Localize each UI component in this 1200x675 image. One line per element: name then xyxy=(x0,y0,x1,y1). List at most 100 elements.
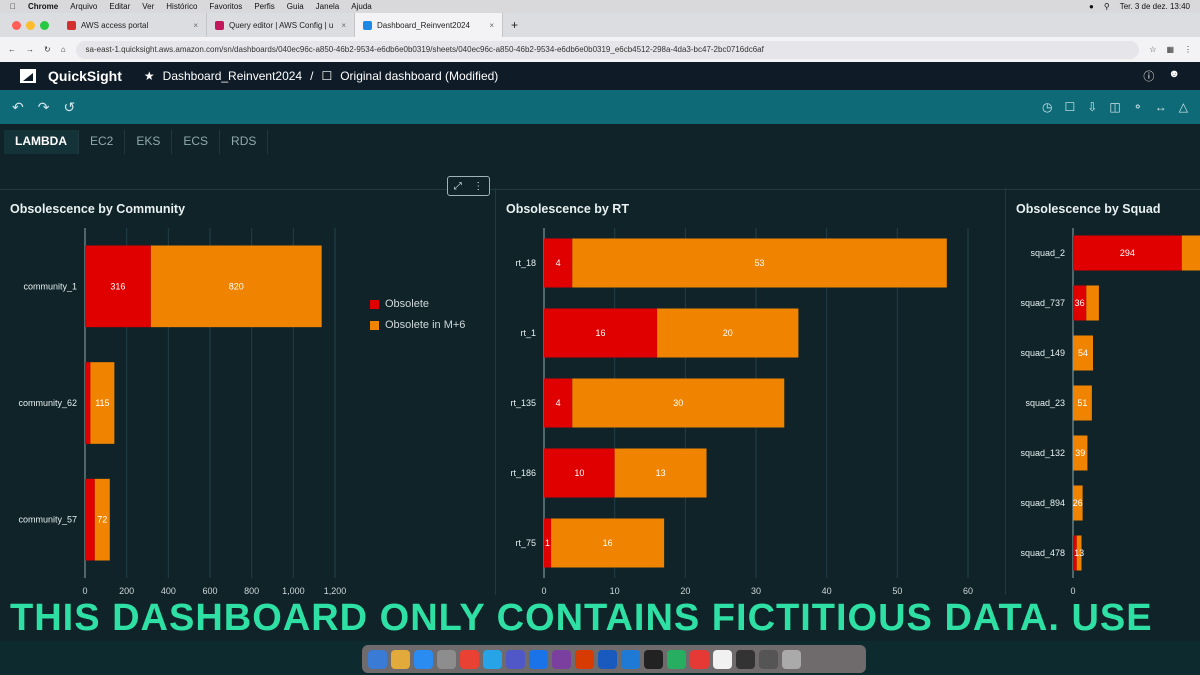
quicksight-logo-icon[interactable] xyxy=(20,69,36,83)
app-name[interactable]: Chrome xyxy=(28,2,58,11)
config-favicon-icon xyxy=(215,20,224,30)
terminal-icon[interactable] xyxy=(644,649,663,669)
help-icon[interactable]: ⓘ xyxy=(1143,68,1154,84)
window-controls xyxy=(0,20,59,30)
settings-icon[interactable] xyxy=(437,649,456,669)
tab-eks[interactable]: EKS xyxy=(125,130,173,154)
chrome-icon[interactable] xyxy=(460,649,479,669)
apple-icon[interactable]:  xyxy=(10,2,16,11)
tab-label: AWS access portal xyxy=(81,20,149,30)
dashboard-version[interactable]: Original dashboard (Modified) xyxy=(340,69,498,83)
tab-label: Query editor | AWS Config | u xyxy=(229,20,334,30)
schedule-icon[interactable]: ◷ xyxy=(1042,100,1052,114)
maximize-window-button[interactable] xyxy=(40,20,49,30)
browser-tab-bar: AWS access portal × Query editor | AWS Co… xyxy=(0,13,1200,37)
menu-favoritos[interactable]: Favoritos xyxy=(209,2,242,11)
menu-ver[interactable]: Ver xyxy=(142,2,154,11)
alerts-icon[interactable]: △ xyxy=(1179,100,1188,114)
data-label: 316 xyxy=(110,281,125,291)
back-icon[interactable]: ← xyxy=(8,45,16,54)
extensions-icon[interactable]: ▦ xyxy=(1166,45,1174,54)
powerpoint-icon[interactable] xyxy=(575,649,594,669)
address-bar-row: ← → ↻ ⌂ sa-east-1.quicksight.aws.amazon.… xyxy=(0,37,1200,62)
tab-rds[interactable]: RDS xyxy=(220,130,269,154)
visual-obsolescence-by-rt[interactable]: 0 10 20 30 40 50 60 rt_18 4 53 rt_1 16 20 rt_135 4 30 rt… xyxy=(496,188,1006,595)
export-icon[interactable]: ⇩ xyxy=(1087,100,1097,114)
visual-menu: ⤢ ⋮ xyxy=(447,176,490,196)
more-menu-icon[interactable]: ⋮ xyxy=(1184,45,1192,54)
undo-icon[interactable]: ↶ xyxy=(12,99,24,116)
brand-name[interactable]: QuickSight xyxy=(48,68,122,84)
expand-icon[interactable]: ⤢ xyxy=(454,181,462,192)
vscode-icon[interactable] xyxy=(621,649,640,669)
trash-icon[interactable] xyxy=(782,649,801,669)
tab-lambda[interactable]: LAMBDA xyxy=(4,130,79,154)
data-label: 16 xyxy=(596,328,606,338)
fit-width-icon[interactable]: ↔ xyxy=(1155,100,1167,114)
menu-perfis[interactable]: Perfis xyxy=(254,2,274,11)
forward-icon[interactable]: → xyxy=(26,45,34,54)
close-tab-icon[interactable]: × xyxy=(341,21,346,30)
x-tick-label: 10 xyxy=(610,586,620,595)
fictitious-data-banner: THIS DASHBOARD ONLY CONTAINS FICTITIOUS … xyxy=(0,596,1200,641)
data-icon[interactable]: ◫ xyxy=(1109,100,1120,114)
close-tab-icon[interactable]: × xyxy=(193,21,198,30)
dashboard-toolbar: ↶ ↷ ↺ ◷ ☐ ⇩ ◫ ⚬ ↔ △ xyxy=(0,90,1200,124)
more-options-icon[interactable]: ⋮ xyxy=(473,181,483,192)
close-tab-icon[interactable]: × xyxy=(489,21,494,30)
launchpad-icon[interactable] xyxy=(391,649,410,669)
category-label: squad_149 xyxy=(1020,348,1065,358)
bookmark-icon[interactable]: ☐ xyxy=(321,69,332,83)
legend-item-obsolete[interactable]: Obsolete xyxy=(370,298,465,310)
onenote-icon[interactable] xyxy=(552,649,571,669)
tab-ec2[interactable]: EC2 xyxy=(79,130,126,154)
outlook-icon[interactable] xyxy=(529,649,548,669)
browser-tab-aws-portal[interactable]: AWS access portal × xyxy=(59,13,207,37)
app-icon[interactable] xyxy=(736,649,755,669)
safari-icon[interactable] xyxy=(414,649,433,669)
new-tab-button[interactable]: + xyxy=(503,18,526,32)
redo-icon[interactable]: ↷ xyxy=(38,99,50,116)
clock[interactable]: Ter. 3 de dez. 13:40 xyxy=(1120,2,1190,11)
x-tick-label: 60 xyxy=(963,586,973,595)
category-label: squad_737 xyxy=(1020,298,1065,308)
edge-icon[interactable] xyxy=(483,649,502,669)
browser-tab-query-editor[interactable]: Query editor | AWS Config | u × xyxy=(207,13,355,37)
app-icon[interactable] xyxy=(667,649,686,669)
mac-menu-bar:  Chrome Arquivo Editar Ver Histórico Fa… xyxy=(0,0,1200,13)
minimize-window-button[interactable] xyxy=(26,20,35,30)
reload-icon[interactable]: ↻ xyxy=(44,45,51,54)
data-label: 13 xyxy=(1074,548,1084,558)
app-icon[interactable] xyxy=(759,649,778,669)
menu-editar[interactable]: Editar xyxy=(109,2,130,11)
bar-segment xyxy=(1181,235,1200,271)
finder-icon[interactable] xyxy=(368,649,387,669)
teams-icon[interactable] xyxy=(506,649,525,669)
bookmarks-icon[interactable]: ☐ xyxy=(1065,100,1076,114)
category-label: rt_18 xyxy=(515,258,536,268)
menu-janela[interactable]: Janela xyxy=(316,2,340,11)
visual-obsolescence-by-community[interactable]: 0 200 400 600 800 1,000 1,200 community_1 316 820… xyxy=(0,188,496,595)
menu-historico[interactable]: Histórico xyxy=(166,2,197,11)
close-window-button[interactable] xyxy=(12,20,21,30)
favorite-star-icon[interactable]: ★ xyxy=(144,69,155,83)
app-icon[interactable] xyxy=(690,649,709,669)
visual-obsolescence-by-squad[interactable]: 0200squad_2294squad_73736squad_14954squa… xyxy=(1006,188,1200,595)
share-icon[interactable]: ⚬ xyxy=(1133,100,1143,114)
menu-ajuda[interactable]: Ajuda xyxy=(351,2,371,11)
legend-item-obsolete-m6[interactable]: Obsolete in M+6 xyxy=(370,319,465,331)
x-tick-label: 0 xyxy=(1070,586,1075,595)
wifi-icon[interactable]: ● xyxy=(1089,2,1094,11)
home-icon[interactable]: ⌂ xyxy=(61,45,66,54)
search-icon[interactable]: ⚲ xyxy=(1104,2,1110,11)
url-field[interactable]: sa-east-1.quicksight.aws.amazon.com/sn/d… xyxy=(75,40,1140,59)
word-icon[interactable] xyxy=(598,649,617,669)
star-icon[interactable]: ☆ xyxy=(1149,45,1156,54)
menu-guia[interactable]: Guia xyxy=(287,2,304,11)
user-icon[interactable]: ☻ xyxy=(1168,68,1180,84)
menu-arquivo[interactable]: Arquivo xyxy=(70,2,97,11)
tab-ecs[interactable]: ECS xyxy=(172,130,221,154)
reset-icon[interactable]: ↺ xyxy=(63,99,75,116)
browser-tab-dashboard[interactable]: Dashboard_Reinvent2024 × xyxy=(355,13,503,37)
notes-icon[interactable] xyxy=(713,649,732,669)
